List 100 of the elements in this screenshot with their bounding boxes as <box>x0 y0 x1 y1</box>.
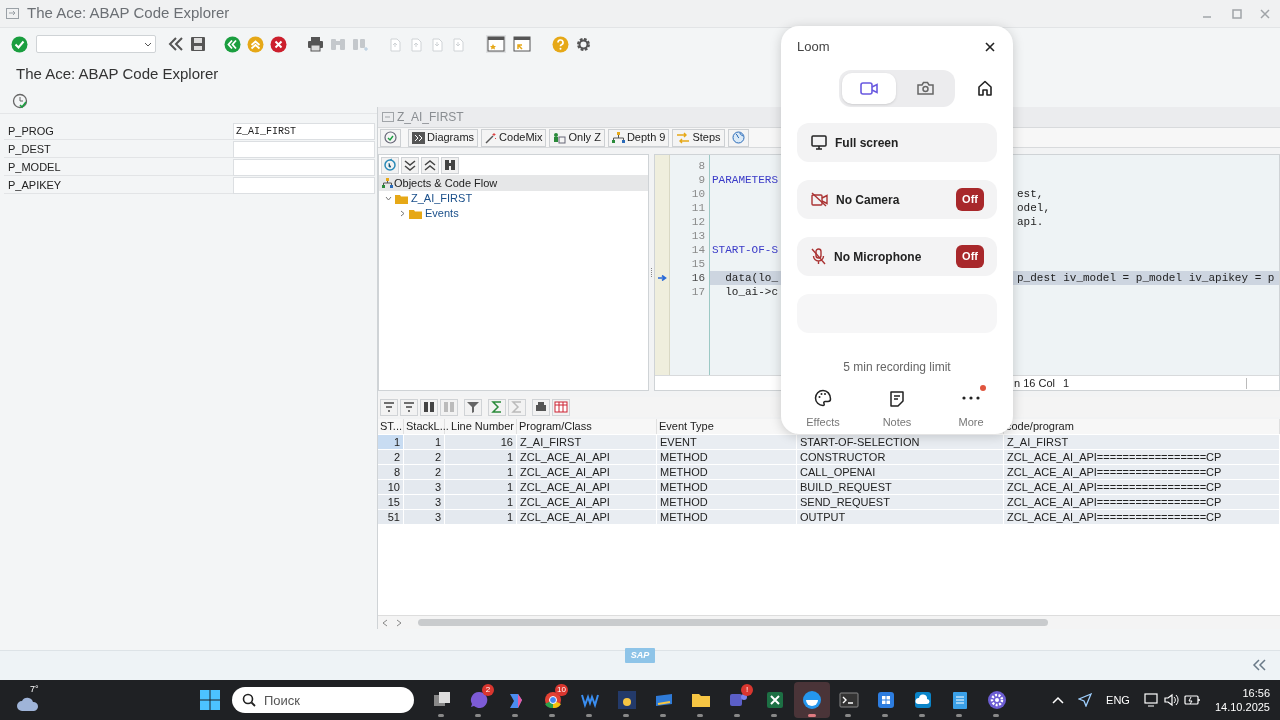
running-indicator <box>475 714 481 717</box>
new-window-icon[interactable] <box>486 35 506 53</box>
table-toolbar-button[interactable] <box>488 398 506 416</box>
table-toolbar-button[interactable] <box>532 398 550 416</box>
execute-clock-icon[interactable] <box>12 92 28 109</box>
mode-tab[interactable] <box>842 72 896 104</box>
collapse-chevrons-icon[interactable] <box>1252 659 1266 671</box>
back-icon[interactable] <box>224 35 241 53</box>
settings-icon[interactable] <box>575 35 592 53</box>
scroll-right-icon[interactable] <box>396 618 402 627</box>
home-icon[interactable] <box>977 80 993 96</box>
table-cell: Z_AI_FIRST <box>1004 435 1280 449</box>
input-field[interactable] <box>233 159 375 176</box>
off-toggle[interactable]: Off <box>956 245 984 268</box>
toolbar-button[interactable]: Diagrams <box>408 128 479 147</box>
table-toolbar-button[interactable] <box>464 398 482 416</box>
hierarchy-icon <box>382 178 393 188</box>
battery-icon[interactable] <box>1183 694 1201 706</box>
taskbar-app[interactable]: ! <box>720 682 756 718</box>
option-row[interactable]: No Microphone Off <box>797 237 997 276</box>
table-cell: METHOD <box>657 450 797 464</box>
table-cell: ZCL_ACE_AI_API <box>517 510 657 524</box>
line-number: 16 <box>690 271 705 285</box>
table-cell: 2 <box>404 450 445 464</box>
option-row[interactable]: Full screen <box>797 123 997 162</box>
action-button[interactable]: Notes <box>871 389 923 431</box>
shortcut-window-icon[interactable] <box>512 35 532 53</box>
confirm-icon[interactable] <box>11 35 28 53</box>
toolbar-button[interactable]: CodeMix <box>481 128 547 147</box>
cloud-icon[interactable] <box>16 696 40 712</box>
microphone-off-icon <box>811 248 826 265</box>
input-field[interactable]: Z_AI_FIRST <box>233 123 375 140</box>
print-icon[interactable] <box>307 36 324 52</box>
table-cell: ZCL_ACE_AI_API=================CP <box>1004 450 1280 464</box>
cursor-position-label: n 16 Col <box>1014 375 1055 391</box>
off-toggle[interactable]: Off <box>956 188 984 211</box>
search-field[interactable]: Поиск <box>232 687 414 713</box>
code-text: PARAMETERS <box>712 174 778 186</box>
toolbar-button[interactable]: Depth 9 <box>607 128 670 147</box>
action-button[interactable]: More <box>945 389 997 431</box>
diagram-icon <box>412 131 425 144</box>
option-label: No Camera <box>836 191 901 209</box>
toolbar-button[interactable]: Only Z <box>549 128 605 147</box>
line-number: 17 <box>690 285 705 299</box>
hierarchy-icon <box>611 131 625 144</box>
table-cell: ZCL_ACE_AI_API=================CP <box>1004 495 1280 509</box>
taskbar-app[interactable] <box>794 682 830 718</box>
toolbar-icon-button[interactable] <box>380 128 401 147</box>
table-cell: 1 <box>404 435 445 449</box>
table-cell: START-OF-SELECTION <box>797 435 1004 449</box>
table-toolbar-button[interactable] <box>400 398 418 416</box>
table-cell: SEND_REQUEST <box>797 495 1004 509</box>
table-toolbar-button[interactable] <box>552 398 570 416</box>
chevron-right-icon <box>400 210 405 217</box>
table-cell: METHOD <box>657 495 797 509</box>
folder-icon <box>409 208 422 219</box>
tree-node-label: Z_AI_FIRST <box>411 191 473 207</box>
table-toolbar-button[interactable] <box>380 398 398 416</box>
double-chevron-left-icon[interactable] <box>168 36 184 52</box>
tree-toolbar-button[interactable] <box>401 156 419 174</box>
sun-icon <box>617 690 637 710</box>
cancel-icon[interactable] <box>270 35 287 53</box>
tree-node[interactable]: Events <box>379 206 648 221</box>
splitter-grip-icon[interactable] <box>650 267 653 278</box>
note-icon <box>889 389 905 407</box>
window-title: The Ace: ABAP Code Explorer <box>27 3 230 24</box>
taskbar-app[interactable]: 2 <box>461 682 497 718</box>
language-indicator[interactable]: ENG <box>1106 691 1130 709</box>
line-number: 12 <box>690 215 705 229</box>
input-field[interactable] <box>233 141 375 158</box>
start-icon[interactable] <box>200 690 220 710</box>
input-field[interactable] <box>233 177 375 194</box>
running-indicator <box>623 714 629 717</box>
chevron-up-icon[interactable] <box>1052 696 1065 704</box>
action-button[interactable]: Effects <box>797 389 849 431</box>
speaker-icon[interactable] <box>1163 693 1179 707</box>
running-indicator <box>586 714 592 717</box>
toolbar-icon-button[interactable] <box>727 128 749 147</box>
parameter-label: P_PROG <box>4 123 233 140</box>
save-icon[interactable] <box>190 36 206 52</box>
network-icon[interactable] <box>1143 693 1159 707</box>
table-cell: 3 <box>404 510 445 524</box>
recording-limit-text: 5 min recording limit <box>842 359 952 376</box>
close-icon[interactable] <box>985 42 995 52</box>
toolbar-button[interactable]: Steps <box>672 128 725 147</box>
scroll-left-icon[interactable] <box>382 618 388 627</box>
expand-all-icon <box>403 158 417 172</box>
code-text: p_dest iv_model = p_model iv_apikey = p <box>1017 271 1275 285</box>
table-cell: 1 <box>445 480 517 494</box>
command-field[interactable] <box>36 35 156 53</box>
line-number: 15 <box>690 257 705 271</box>
sap-logo: SAP <box>624 647 656 664</box>
option-row[interactable]: No Camera Off <box>797 180 997 219</box>
location-arrow-icon[interactable] <box>1078 693 1093 707</box>
tree-node[interactable]: Z_AI_FIRST <box>379 191 648 206</box>
video-camera-icon <box>860 81 878 95</box>
scrollbar-thumb[interactable] <box>418 619 1048 626</box>
tree-toolbar-button[interactable] <box>421 156 439 174</box>
table-cell: ZCL_ACE_AI_API=================CP <box>1004 480 1280 494</box>
taskbar-app[interactable]: 10 <box>535 682 571 718</box>
